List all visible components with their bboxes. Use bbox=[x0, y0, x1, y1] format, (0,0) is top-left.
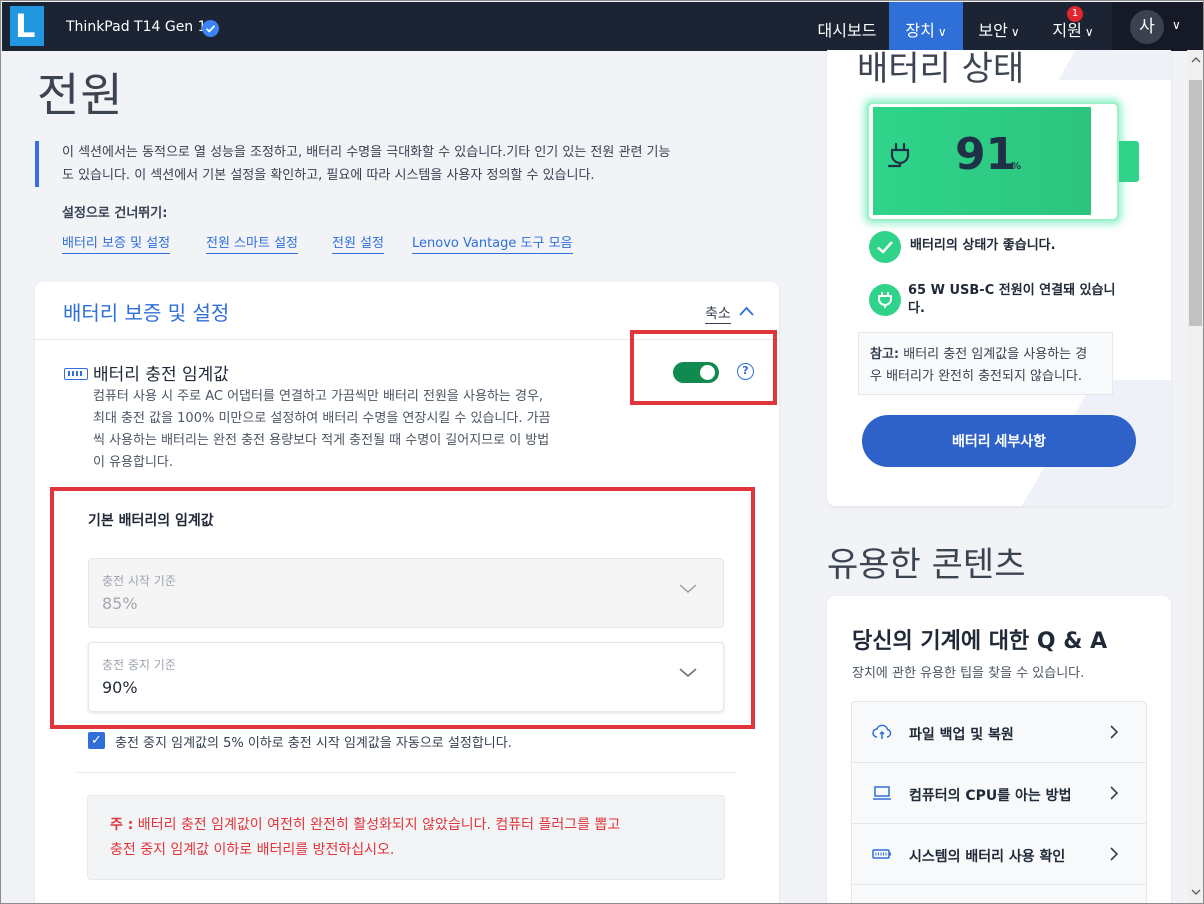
chevron-up-icon[interactable] bbox=[739, 304, 754, 319]
chevron-down-icon: ∨ bbox=[1172, 18, 1181, 32]
warning-note: 주 : 배터리 충전 임계값이 여전히 완전히 활성화되지 않았습니다. 컴퓨터… bbox=[87, 795, 725, 880]
chevron-down-icon: ∨ bbox=[1084, 25, 1094, 39]
auto-threshold-checkbox[interactable]: ✓ bbox=[88, 732, 105, 749]
auto-threshold-label: 충전 중지 임계값의 5% 이하로 충전 시작 임계값을 자동으로 설정합니다. bbox=[115, 736, 512, 751]
scroll-down-arrow-icon[interactable] bbox=[1191, 887, 1201, 897]
qa-subtitle: 장치에 관한 유용한 팁을 찾을 수 있습니다. bbox=[852, 666, 1085, 681]
chevron-right-icon bbox=[1110, 725, 1119, 739]
skip-link-power-settings[interactable]: 전원 설정 bbox=[332, 232, 384, 254]
skip-link-vantage-toolbar[interactable]: Lenovo Vantage 도구 모음 bbox=[412, 232, 573, 254]
battery-icon bbox=[64, 368, 88, 380]
reference-text-1: 배터리 충전 임계값을 사용하는 경 bbox=[899, 347, 1088, 362]
check-circle-icon bbox=[869, 231, 901, 263]
chevron-down-icon: ∨ bbox=[1010, 25, 1020, 39]
qa-item-cpu[interactable]: 컴퓨터의 CPU를 아는 방법 bbox=[852, 763, 1146, 824]
power-plug-icon bbox=[869, 284, 901, 316]
reference-text-2: 우 배터리가 완전히 충전되지 않습니다. bbox=[870, 369, 1083, 384]
skip-link-battery[interactable]: 배터리 보증 및 설정 bbox=[62, 232, 171, 254]
laptop-icon bbox=[873, 786, 891, 800]
intro-section: 이 섹션에서는 동적으로 열 성능을 조정하고, 배터리 수명을 극대화할 수 … bbox=[35, 141, 775, 187]
battery-icon bbox=[872, 849, 891, 859]
note-text-2: 충전 중지 임계값 이하로 배터리를 방전하십시오. bbox=[110, 842, 395, 858]
charge-threshold-title: 배터리 충전 임계값 bbox=[93, 365, 229, 385]
card-title: 배터리 보증 및 설정 bbox=[63, 301, 230, 325]
note-prefix: 주 : bbox=[110, 817, 134, 833]
highlight-box-thresholds bbox=[50, 487, 755, 729]
collapse-link[interactable]: 축소 bbox=[705, 303, 731, 324]
note-text-1: 배터리 충전 임계값이 여전히 완전히 활성화되지 않았습니다. 컴퓨터 플러그… bbox=[133, 817, 621, 833]
plug-icon bbox=[887, 142, 910, 168]
chevron-right-icon bbox=[1110, 847, 1119, 861]
qa-list: 파일 백업 및 복원 컴퓨터의 CPU를 아는 방법 시스템의 배터리 사용 확… bbox=[851, 701, 1147, 903]
useful-content-title: 유용한 콘텐츠 bbox=[827, 545, 1026, 585]
scroll-thumb[interactable] bbox=[1189, 80, 1202, 326]
support-notification-badge: 1 bbox=[1067, 6, 1083, 22]
skip-to-settings-label: 설정으로 건너뛰기: bbox=[62, 206, 168, 221]
power-source-text: 65 W USB-C 전원이 연결돼 있습니 다. bbox=[908, 283, 1116, 316]
divider bbox=[77, 772, 735, 773]
scroll-up-arrow-icon[interactable] bbox=[1191, 55, 1201, 65]
app-window: L ThinkPad T14 Gen 1 대시보드 장치 ∨ 보안 ∨ 지원 ∨ 1 … bbox=[0, 0, 1204, 904]
chevron-right-icon bbox=[1110, 786, 1119, 800]
qa-title: 당신의 기계에 대한 Q & A bbox=[852, 629, 1108, 654]
cloud-sync-icon bbox=[872, 724, 892, 739]
battery-percent: 91 bbox=[955, 129, 1017, 180]
device-name[interactable]: ThinkPad T14 Gen 1 bbox=[66, 19, 207, 35]
chevron-down-icon: ∨ bbox=[937, 25, 947, 39]
intro-text: 이 섹션에서는 동적으로 열 성능을 조정하고, 배터리 수명을 극대화할 수 … bbox=[62, 145, 671, 183]
highlight-box-toggle bbox=[630, 330, 777, 405]
reference-note: 참고: 배터리 충전 임계값을 사용하는 경 우 배터리가 완전히 충전되지 않… bbox=[858, 332, 1113, 395]
qa-item-backup[interactable]: 파일 백업 및 복원 bbox=[852, 702, 1146, 763]
lenovo-logo[interactable]: L bbox=[10, 6, 44, 46]
reference-prefix: 참고: bbox=[870, 347, 900, 362]
qa-item-partial[interactable] bbox=[852, 885, 1146, 903]
decorative-shape bbox=[1058, 50, 1171, 80]
verified-check-icon bbox=[202, 20, 219, 37]
battery-tip bbox=[1119, 141, 1139, 182]
user-menu[interactable]: 사 ∨ bbox=[1112, 2, 1203, 51]
skip-link-smart-power[interactable]: 전원 스마트 설정 bbox=[206, 232, 298, 254]
charge-threshold-description: 컴퓨터 사용 시 주로 AC 어댑터를 연결하고 가끔씩만 배터리 전원을 사용… bbox=[93, 389, 551, 470]
battery-details-button[interactable]: 배터리 세부사항 bbox=[862, 415, 1136, 467]
qa-item-battery-usage[interactable]: 시스템의 배터리 사용 확인 bbox=[852, 824, 1146, 885]
avatar[interactable]: 사 bbox=[1130, 10, 1164, 44]
battery-status-title: 배터리 상태 bbox=[857, 49, 1025, 89]
battery-health-text: 배터리의 상태가 좋습니다. bbox=[910, 238, 1056, 253]
battery-percent-sign: % bbox=[1011, 161, 1022, 172]
page-title: 전원 bbox=[37, 68, 124, 122]
